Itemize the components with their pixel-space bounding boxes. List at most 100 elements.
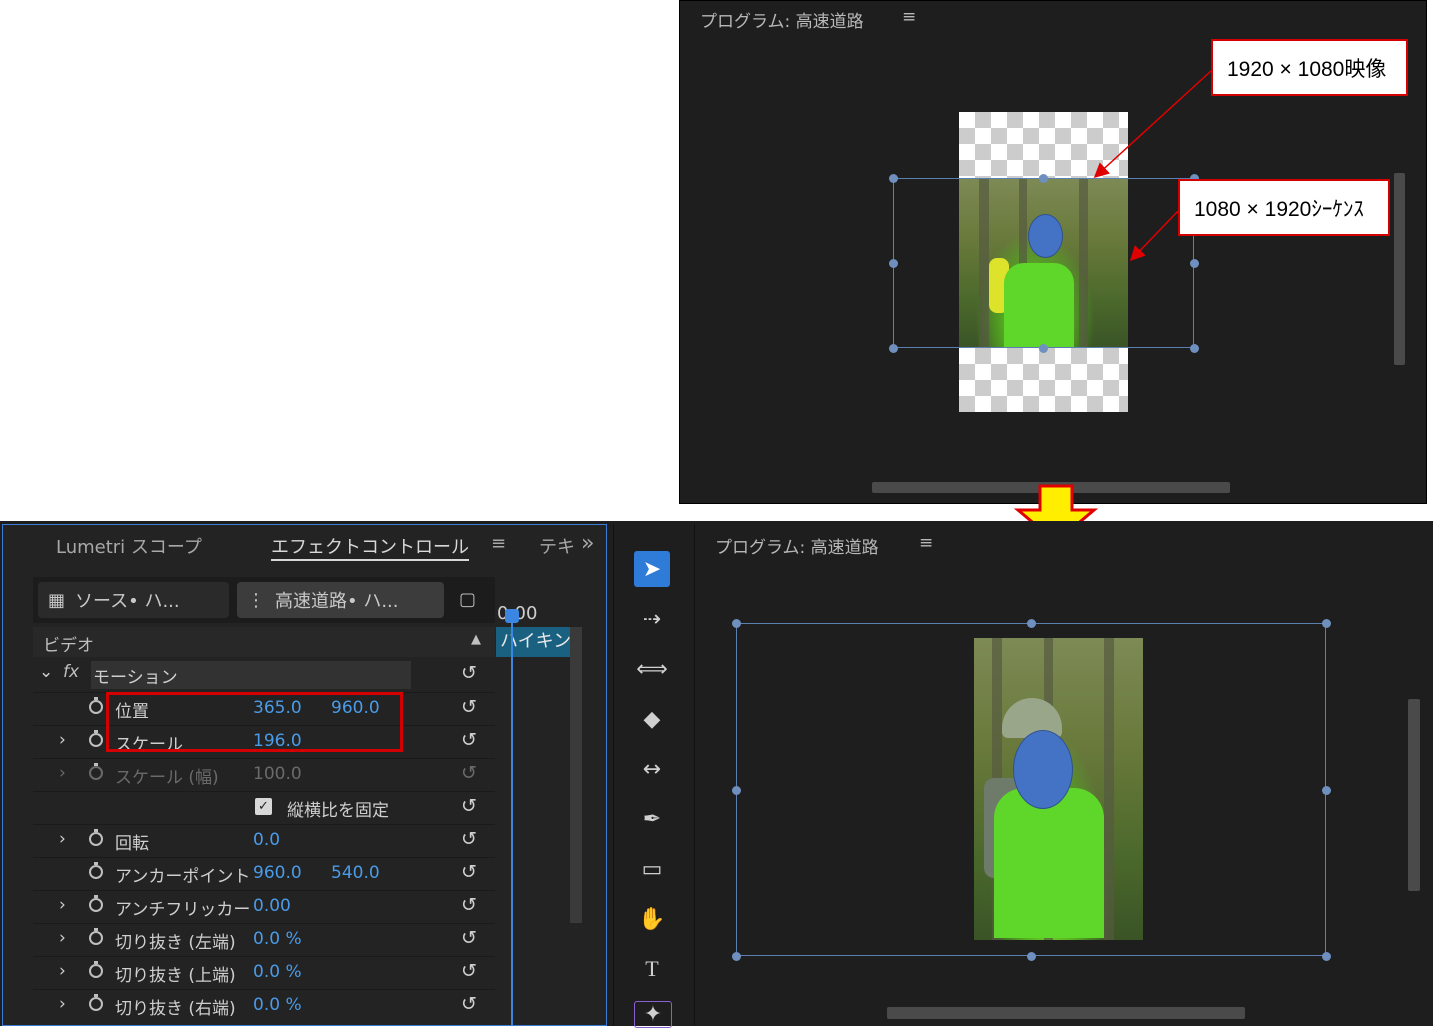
collapse-icon[interactable]: ▲	[471, 632, 481, 647]
transform-handle[interactable]	[1026, 618, 1036, 628]
stopwatch-icon[interactable]	[89, 829, 103, 846]
stopwatch-icon[interactable]	[89, 895, 103, 912]
property-label: アンカーポイント	[115, 867, 251, 887]
transform-handle[interactable]	[731, 951, 741, 961]
source-clip-icon: ▦	[48, 589, 66, 611]
rotation-value[interactable]: 0.0	[253, 830, 280, 850]
vertical-scrollbar[interactable]	[1394, 173, 1405, 365]
anchor-y-value[interactable]: 540.0	[331, 863, 380, 883]
sequence-clip-label: 高速道路• ハ...	[275, 591, 399, 612]
selection-tool-icon[interactable]: ➤	[634, 551, 670, 587]
reset-icon[interactable]: ↺	[461, 861, 477, 883]
reset-icon: ↺	[461, 762, 477, 784]
video-section-header: ビデオ ▲	[33, 627, 495, 657]
tab-menu-icon[interactable]: ≡	[491, 533, 506, 554]
transform-handle[interactable]	[1321, 951, 1331, 961]
property-row-crop-top: › 切り抜き (上端) 0.0 % ↺	[33, 956, 495, 989]
crop-right-value[interactable]: 0.0 %	[253, 995, 302, 1015]
expand-chevron-icon[interactable]: ›	[59, 895, 66, 915]
expand-chevron-icon[interactable]: ›	[59, 829, 66, 849]
property-label: 切り抜き (上端)	[115, 966, 236, 986]
expand-chevron-icon[interactable]: ›	[59, 928, 66, 948]
highlight-box	[106, 692, 403, 752]
uniform-scale-checkbox[interactable]: ✓	[255, 798, 272, 815]
property-row-anchor-point: アンカーポイント 960.0 540.0 ↺	[33, 857, 495, 890]
hand-tool-icon[interactable]: ✋	[634, 901, 670, 937]
timeline-scrollbar[interactable]	[570, 627, 582, 923]
type-tool-icon[interactable]: T	[634, 951, 670, 987]
tab-effect-controls[interactable]: エフェクトコントロール	[271, 533, 469, 561]
expand-chevron-icon[interactable]: ›	[59, 961, 66, 981]
stopwatch-icon[interactable]	[89, 697, 103, 714]
bottom-program-monitor: プログラム: 高速道路 ≡	[697, 524, 1433, 1026]
motion-effect-header[interactable]: ⌄ fx モーション ↺	[33, 659, 495, 691]
reset-icon[interactable]: ↺	[461, 662, 477, 684]
property-label: 縦横比を固定	[287, 801, 389, 821]
property-row-rotation: › 回転 0.0 ↺	[33, 824, 495, 857]
transform-handle[interactable]	[1321, 785, 1331, 795]
property-label: 切り抜き (左端)	[115, 933, 236, 953]
tab-text[interactable]: テキ	[539, 533, 575, 559]
overflow-icon[interactable]: »	[581, 531, 594, 556]
motion-label: モーション	[93, 668, 178, 688]
horizontal-scrollbar[interactable]	[887, 1007, 1245, 1019]
annotation-arrows	[1093, 70, 1212, 262]
reset-icon[interactable]: ↺	[461, 960, 477, 982]
expand-chevron-icon[interactable]: ⌄	[39, 662, 53, 682]
property-label: 回転	[115, 834, 149, 854]
transform-handle[interactable]	[1026, 951, 1036, 961]
reset-icon[interactable]: ↺	[461, 828, 477, 850]
playhead[interactable]	[511, 613, 513, 1025]
transform-handle[interactable]	[731, 618, 741, 628]
property-row-crop-left: › 切り抜き (左端) 0.0 % ↺	[33, 923, 495, 956]
top-program-monitor: プログラム: 高速道路 ≡ 1920 × 1080映像 1080 × 1920ｼ…	[679, 0, 1427, 504]
remix-tool-icon[interactable]: ✦	[634, 1001, 672, 1028]
reset-icon[interactable]: ↺	[461, 894, 477, 916]
razor-tool-icon[interactable]: ◆	[634, 701, 670, 737]
stopwatch-icon[interactable]	[89, 961, 103, 978]
panel-toggle-icon[interactable]: ▢	[459, 589, 476, 610]
effect-controls-panel: Lumetri スコープ エフェクトコントロール ≡ テキ » ▦ ソース• ハ…	[2, 524, 607, 1026]
pen-tool-icon[interactable]: ✒	[634, 801, 670, 837]
sequence-clip-icon: ⋮	[247, 589, 265, 611]
property-label: スケール (幅)	[115, 768, 219, 788]
crop-left-value[interactable]: 0.0 %	[253, 929, 302, 949]
reset-icon[interactable]: ↺	[461, 795, 477, 817]
rectangle-tool-icon[interactable]: ▭	[634, 851, 670, 887]
property-row-uniform-scale: ✓ 縦横比を固定 ↺	[33, 791, 495, 824]
source-clip-label: ソース• ハ...	[75, 591, 180, 612]
playhead-handle[interactable]	[505, 609, 519, 623]
stopwatch-icon[interactable]	[89, 730, 103, 747]
transform-handle[interactable]	[731, 785, 741, 795]
transform-handle[interactable]	[1321, 618, 1331, 628]
source-clip-button[interactable]: ▦ ソース• ハ...	[38, 582, 229, 618]
timeline-clip[interactable]: ハイキン	[496, 627, 570, 657]
ripple-edit-tool-icon[interactable]: ⟺	[634, 651, 670, 687]
track-select-tool-icon[interactable]: ⇢	[634, 601, 670, 637]
property-row-anti-flicker: › アンチフリッカー 0.00 ↺	[33, 890, 495, 923]
stopwatch-icon[interactable]	[89, 862, 103, 879]
property-label: アンチフリッカー	[115, 900, 251, 920]
property-row-crop-right: › 切り抜き (右端) 0.0 % ↺	[33, 989, 495, 1022]
reset-icon[interactable]: ↺	[461, 729, 477, 751]
transform-bounding-box[interactable]	[736, 623, 1326, 956]
expand-chevron-icon: ›	[59, 763, 66, 783]
anti-flicker-value[interactable]: 0.00	[253, 896, 291, 916]
property-label: 切り抜き (右端)	[115, 999, 236, 1019]
expand-chevron-icon[interactable]: ›	[59, 730, 66, 750]
vertical-scrollbar[interactable]	[1408, 699, 1420, 891]
reset-icon[interactable]: ↺	[461, 927, 477, 949]
stopwatch-icon[interactable]	[89, 928, 103, 945]
stopwatch-icon[interactable]	[89, 994, 103, 1011]
fx-icon[interactable]: fx	[63, 662, 79, 682]
sequence-clip-button[interactable]: ⋮ 高速道路• ハ...	[237, 582, 444, 618]
slip-tool-icon[interactable]: ↔	[634, 751, 670, 787]
tab-lumetri-scopes[interactable]: Lumetri スコープ	[56, 533, 202, 559]
panel-menu-icon[interactable]: ≡	[919, 533, 933, 553]
reset-icon[interactable]: ↺	[461, 696, 477, 718]
expand-chevron-icon[interactable]: ›	[59, 994, 66, 1014]
crop-top-value[interactable]: 0.0 %	[253, 962, 302, 982]
reset-icon[interactable]: ↺	[461, 993, 477, 1015]
stopwatch-icon	[89, 763, 103, 780]
anchor-x-value[interactable]: 960.0	[253, 863, 302, 883]
